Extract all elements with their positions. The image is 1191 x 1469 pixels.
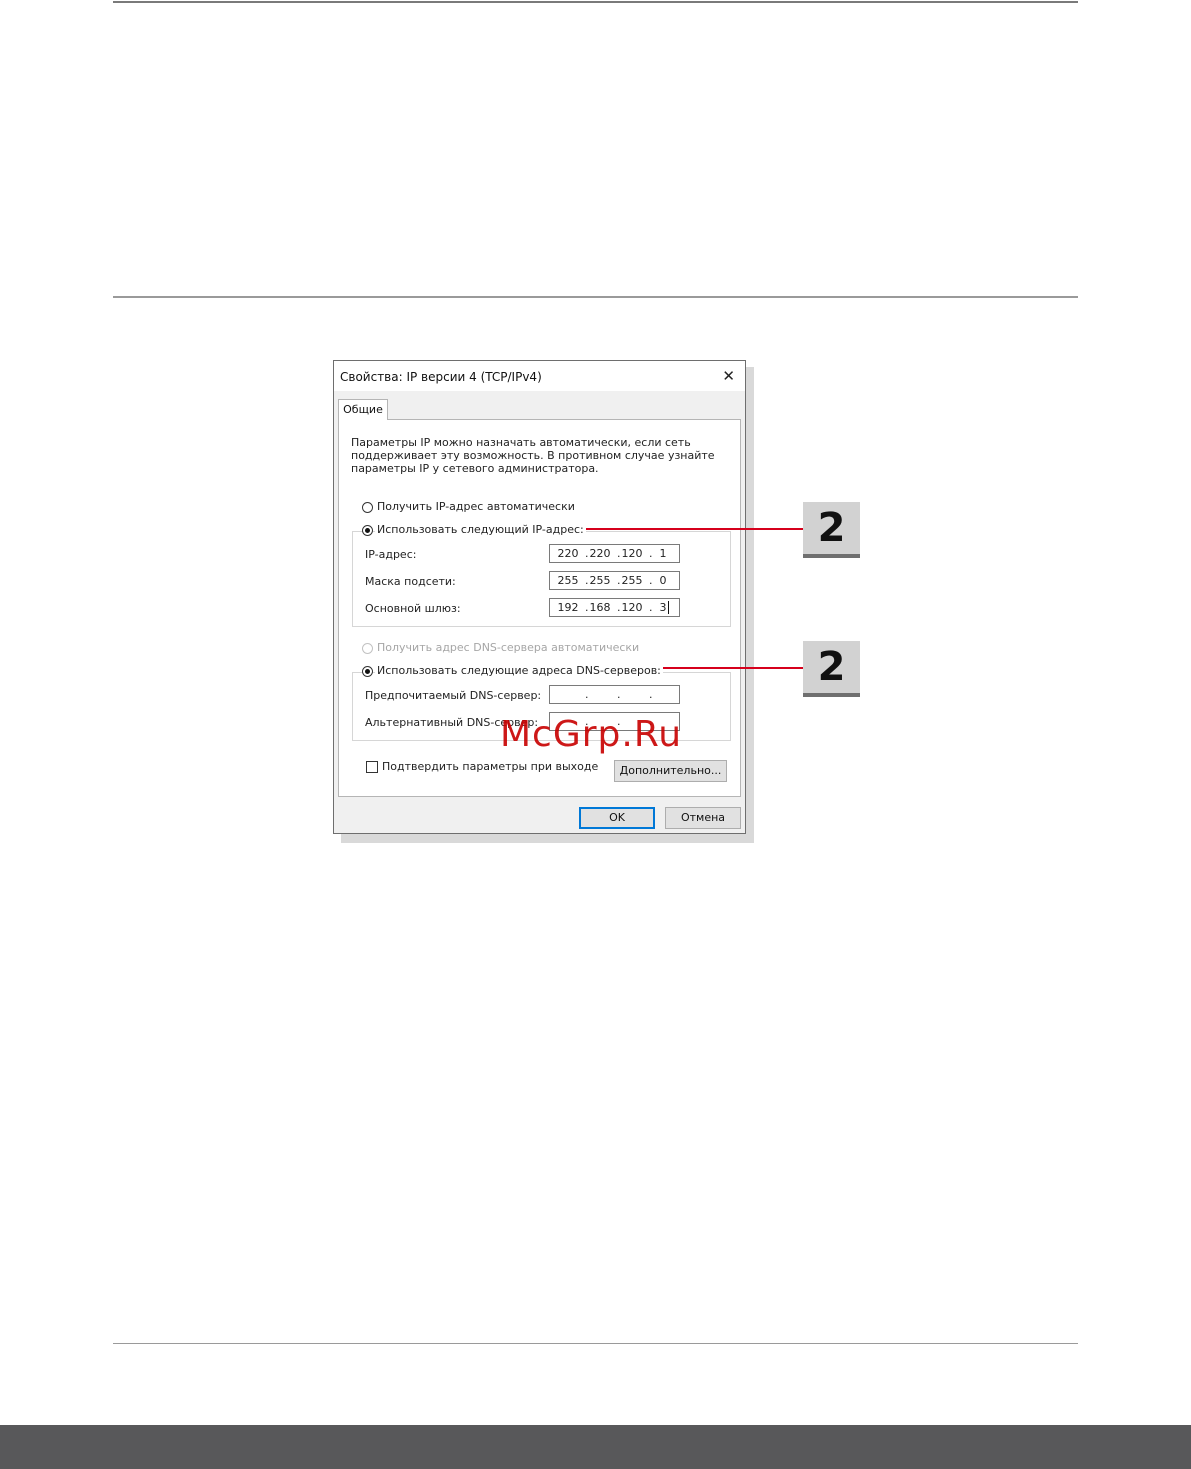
ip-manual-radio[interactable]	[362, 525, 373, 536]
step-badge: 2	[803, 641, 860, 697]
octet: 3	[659, 601, 667, 614]
octet: 220	[557, 547, 579, 560]
description-line: параметры IP у сетевого администратора.	[351, 462, 599, 475]
octet-separator: .	[585, 688, 589, 701]
watermark: McGrp.Ru	[500, 714, 683, 755]
close-icon[interactable]: ✕	[722, 367, 735, 385]
dns-auto-label: Получить адрес DNS-сервера автоматически	[377, 641, 640, 654]
ipv4-properties-dialog: Свойства: IP версии 4 (TCP/IPv4) ✕ Общие…	[333, 360, 746, 834]
octet: 1	[659, 547, 667, 560]
dialog-title: Свойства: IP версии 4 (TCP/IPv4)	[340, 370, 542, 384]
octet: 255	[589, 574, 611, 587]
tab-general[interactable]: Общие	[338, 399, 388, 420]
ip-address-field[interactable]: 220 . 220 . 120 . 1	[549, 544, 680, 563]
description-line: поддерживает эту возможность. В противно…	[351, 449, 715, 462]
callout-line	[578, 528, 803, 530]
octet: 168	[589, 601, 611, 614]
top-rule	[113, 1, 1078, 3]
octet-separator: .	[617, 688, 621, 701]
footer-bar	[0, 1425, 1191, 1469]
octet: 220	[589, 547, 611, 560]
preferred-dns-label: Предпочитаемый DNS-сервер:	[365, 689, 542, 702]
validate-label: Подтвердить параметры при выходе	[382, 760, 599, 773]
gateway-field[interactable]: 192 . 168 . 120 . 3	[549, 598, 680, 617]
preferred-dns-field[interactable]: . . .	[549, 685, 680, 704]
ip-manual-label: Использовать следующий IP-адрес:	[375, 523, 586, 536]
dns-manual-radio[interactable]	[362, 666, 373, 677]
description-text: Параметры IP можно назначать автоматичес…	[351, 436, 715, 475]
description-line: Параметры IP можно назначать автоматичес…	[351, 436, 691, 449]
dns-manual-label: Использовать следующие адреса DNS-сервер…	[375, 664, 663, 677]
subnet-mask-label: Маска подсети:	[365, 575, 456, 588]
octet: 255	[621, 574, 643, 587]
step-badge: 2	[803, 502, 860, 558]
octet-separator: .	[649, 688, 653, 701]
octet: 120	[621, 601, 643, 614]
dns-auto-radio[interactable]	[362, 643, 373, 654]
subnet-mask-field[interactable]: 255 . 255 . 255 . 0	[549, 571, 680, 590]
callout-line	[646, 667, 803, 669]
section-rule	[113, 296, 1078, 298]
cancel-button[interactable]: Отмена	[665, 807, 741, 829]
advanced-button[interactable]: Дополнительно...	[614, 760, 727, 782]
bottom-rule	[113, 1343, 1078, 1344]
ip-auto-radio[interactable]	[362, 502, 373, 513]
octet: 120	[621, 547, 643, 560]
gateway-label: Основной шлюз:	[365, 602, 461, 615]
text-cursor	[668, 601, 669, 614]
validate-checkbox[interactable]	[366, 761, 378, 773]
ip-auto-label: Получить IP-адрес автоматически	[377, 500, 575, 513]
ok-button[interactable]: OK	[579, 807, 655, 829]
ip-address-label: IP-адрес:	[365, 548, 417, 561]
octet: 255	[557, 574, 579, 587]
octet: 0	[659, 574, 667, 587]
octet: 192	[557, 601, 579, 614]
title-bar: Свойства: IP версии 4 (TCP/IPv4) ✕	[334, 361, 745, 391]
